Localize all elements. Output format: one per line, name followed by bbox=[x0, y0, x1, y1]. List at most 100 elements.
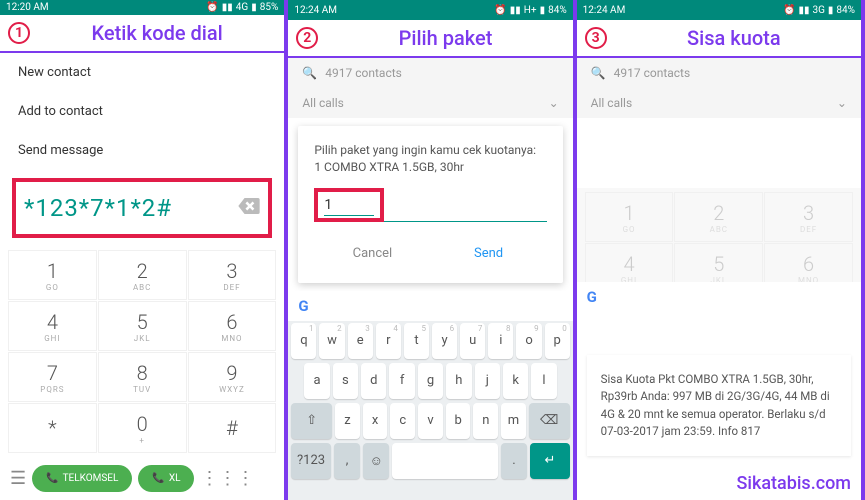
filter-bar[interactable]: All calls ⌄ bbox=[288, 88, 572, 118]
menu-new-contact[interactable]: New contact bbox=[0, 53, 284, 92]
dial-code: *123*7*1*2# bbox=[24, 194, 172, 222]
key-h[interactable]: h bbox=[446, 363, 471, 399]
step-title: Pilih paket bbox=[326, 26, 564, 50]
key-v[interactable]: v bbox=[418, 403, 443, 439]
dialpad-icon[interactable]: ⋮⋮⋮ bbox=[200, 468, 254, 489]
status-time: 12:24 AM bbox=[294, 5, 337, 16]
dial-key-0[interactable]: 0+ bbox=[98, 403, 187, 453]
dial-key-2[interactable]: 2ABC bbox=[98, 250, 187, 300]
dial-key-4[interactable]: 4GHI bbox=[8, 301, 97, 351]
key-r[interactable]: r4 bbox=[376, 323, 401, 359]
battery-icon: ▮ bbox=[251, 2, 257, 13]
filter-label: All calls bbox=[302, 96, 343, 110]
alarm-icon: ⏰ bbox=[783, 5, 795, 16]
dial-key-8[interactable]: 8TUV bbox=[98, 352, 187, 402]
search-bar[interactable]: 🔍 4917 contacts bbox=[577, 58, 861, 88]
panel-2: 12:24 AM ⏰ ▮▮ H+ ▮ 84% 2 Pilih paket 🔍 4… bbox=[288, 0, 576, 500]
dial-key-3: 3DEF bbox=[764, 192, 853, 242]
key-x[interactable]: x bbox=[363, 403, 388, 439]
key-w[interactable]: w2 bbox=[319, 323, 344, 359]
menu-send-message[interactable]: Send message bbox=[0, 131, 284, 170]
key-q[interactable]: q1 bbox=[291, 323, 316, 359]
battery-icon: ▮ bbox=[540, 5, 546, 16]
symbols-key[interactable]: ?123 bbox=[291, 443, 331, 479]
battery-label: 85% bbox=[260, 2, 279, 13]
key-i[interactable]: i8 bbox=[488, 323, 513, 359]
key-j[interactable]: j bbox=[475, 363, 500, 399]
ussd-input[interactable] bbox=[324, 195, 374, 216]
backspace-icon[interactable] bbox=[238, 198, 260, 218]
title-bar: 2 Pilih paket bbox=[288, 20, 572, 58]
key-z[interactable]: z bbox=[335, 403, 360, 439]
space-key[interactable] bbox=[392, 443, 497, 479]
send-button[interactable]: Send bbox=[431, 240, 547, 267]
cancel-button[interactable]: Cancel bbox=[314, 240, 430, 267]
key-b[interactable]: b bbox=[446, 403, 471, 439]
chevron-down-icon: ⌄ bbox=[549, 96, 559, 110]
key-f[interactable]: f bbox=[389, 363, 414, 399]
key-y[interactable]: y6 bbox=[432, 323, 457, 359]
search-placeholder: 4917 contacts bbox=[614, 66, 691, 80]
status-time: 12:20 AM bbox=[6, 2, 49, 13]
key-m[interactable]: m bbox=[501, 403, 526, 439]
dial-key-6[interactable]: 6MNO bbox=[188, 301, 277, 351]
dial-key-7[interactable]: 7PQRS bbox=[8, 352, 97, 402]
dial-key-1: 1GO bbox=[585, 192, 674, 242]
keyboard: G q1w2e3r4t5y6u7i8o9p0 asdfghjkl ⇧ zxcvb… bbox=[288, 291, 572, 500]
period-key[interactable]: . bbox=[501, 443, 527, 479]
step-number: 2 bbox=[296, 27, 318, 49]
call-telkomsel-button[interactable]: 📞 TELKOMSEL bbox=[32, 465, 132, 492]
key-e[interactable]: e3 bbox=[348, 323, 373, 359]
input-underline bbox=[384, 221, 546, 222]
keyboard-row-1: q1w2e3r4t5y6u7i8o9p0 bbox=[288, 321, 572, 361]
key-p[interactable]: p0 bbox=[545, 323, 570, 359]
signal-icon: ▮▮ bbox=[510, 5, 521, 16]
dial-key-5[interactable]: 5JKL bbox=[98, 301, 187, 351]
search-placeholder: 4917 contacts bbox=[325, 66, 402, 80]
menu-add-to-contact[interactable]: Add to contact bbox=[0, 92, 284, 131]
network-label: H+ bbox=[524, 5, 537, 16]
shift-key[interactable]: ⇧ bbox=[291, 403, 332, 439]
battery-label: 84% bbox=[836, 5, 855, 16]
alarm-icon: ⏰ bbox=[494, 5, 506, 16]
dial-key-1[interactable]: 1GO bbox=[8, 250, 97, 300]
dialog-message: Pilih paket yang ingin kamu cek kuotanya… bbox=[314, 142, 546, 176]
signal-icon: ▮▮ bbox=[222, 2, 233, 13]
emoji-key[interactable]: ☺ bbox=[363, 443, 389, 479]
key-c[interactable]: c bbox=[390, 403, 415, 439]
key-u[interactable]: u7 bbox=[460, 323, 485, 359]
battery-icon: ▮ bbox=[828, 5, 834, 16]
key-g[interactable]: g bbox=[418, 363, 443, 399]
key-k[interactable]: k bbox=[503, 363, 528, 399]
keyboard-row-4: ?123 , ☺ . ↵ bbox=[288, 441, 572, 481]
dial-key-#[interactable]: # bbox=[188, 403, 277, 453]
key-s[interactable]: s bbox=[333, 363, 358, 399]
call-xl-button[interactable]: 📞 XL bbox=[138, 465, 194, 492]
key-a[interactable]: a bbox=[304, 363, 329, 399]
enter-key[interactable]: ↵ bbox=[530, 443, 570, 479]
key-t[interactable]: t5 bbox=[404, 323, 429, 359]
google-suggestion-bar[interactable]: G bbox=[288, 291, 572, 321]
status-right: ⏰ ▮▮ H+ ▮ 84% bbox=[494, 5, 566, 16]
status-time: 12:24 AM bbox=[583, 5, 626, 16]
keyboard-row-3: ⇧ zxcvbnm ⌫ bbox=[288, 401, 572, 441]
title-bar: 3 Sisa kuota bbox=[577, 20, 861, 58]
panel-1: 12:20 AM ⏰ ▮▮ 4G ▮ 85% 1 Ketik kode dial… bbox=[0, 0, 288, 500]
dial-key-2: 2ABC bbox=[674, 192, 763, 242]
status-right: ⏰ ▮▮ 4G ▮ 85% bbox=[206, 2, 278, 13]
dial-key-9[interactable]: 9WXYZ bbox=[188, 352, 277, 402]
search-bar[interactable]: 🔍 4917 contacts bbox=[288, 58, 572, 88]
network-label: 3G bbox=[812, 5, 824, 16]
key-l[interactable]: l bbox=[531, 363, 556, 399]
dial-display: *123*7*1*2# bbox=[12, 178, 272, 238]
backspace-key[interactable]: ⌫ bbox=[529, 403, 570, 439]
key-o[interactable]: o9 bbox=[516, 323, 541, 359]
dial-key-*[interactable]: * bbox=[8, 403, 97, 453]
bottom-bar: ☰ 📞 TELKOMSEL 📞 XL ⋮⋮⋮ bbox=[0, 457, 284, 500]
dial-key-3[interactable]: 3DEF bbox=[188, 250, 277, 300]
filter-bar[interactable]: All calls ⌄ bbox=[577, 88, 861, 118]
comma-key[interactable]: , bbox=[334, 443, 360, 479]
key-n[interactable]: n bbox=[473, 403, 498, 439]
key-d[interactable]: d bbox=[361, 363, 386, 399]
menu-icon[interactable]: ☰ bbox=[10, 468, 26, 489]
